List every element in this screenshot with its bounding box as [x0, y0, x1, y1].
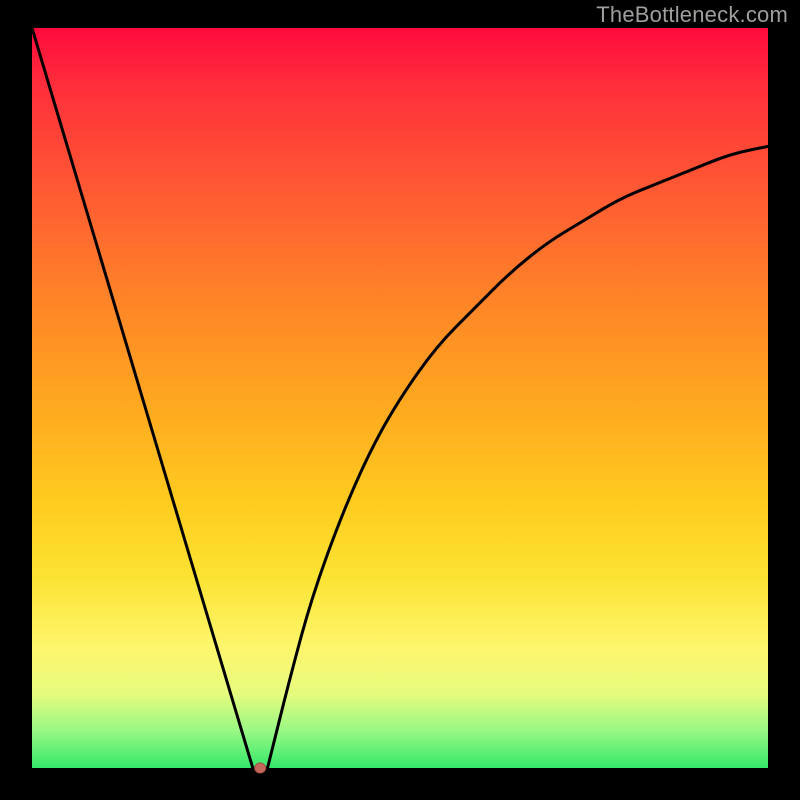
source-label: TheBottleneck.com [596, 2, 788, 28]
bottleneck-curve [32, 28, 768, 768]
plot-area [32, 28, 768, 768]
optimal-point-marker [255, 763, 266, 773]
curve-line [32, 28, 768, 768]
chart-frame: TheBottleneck.com [0, 0, 800, 800]
